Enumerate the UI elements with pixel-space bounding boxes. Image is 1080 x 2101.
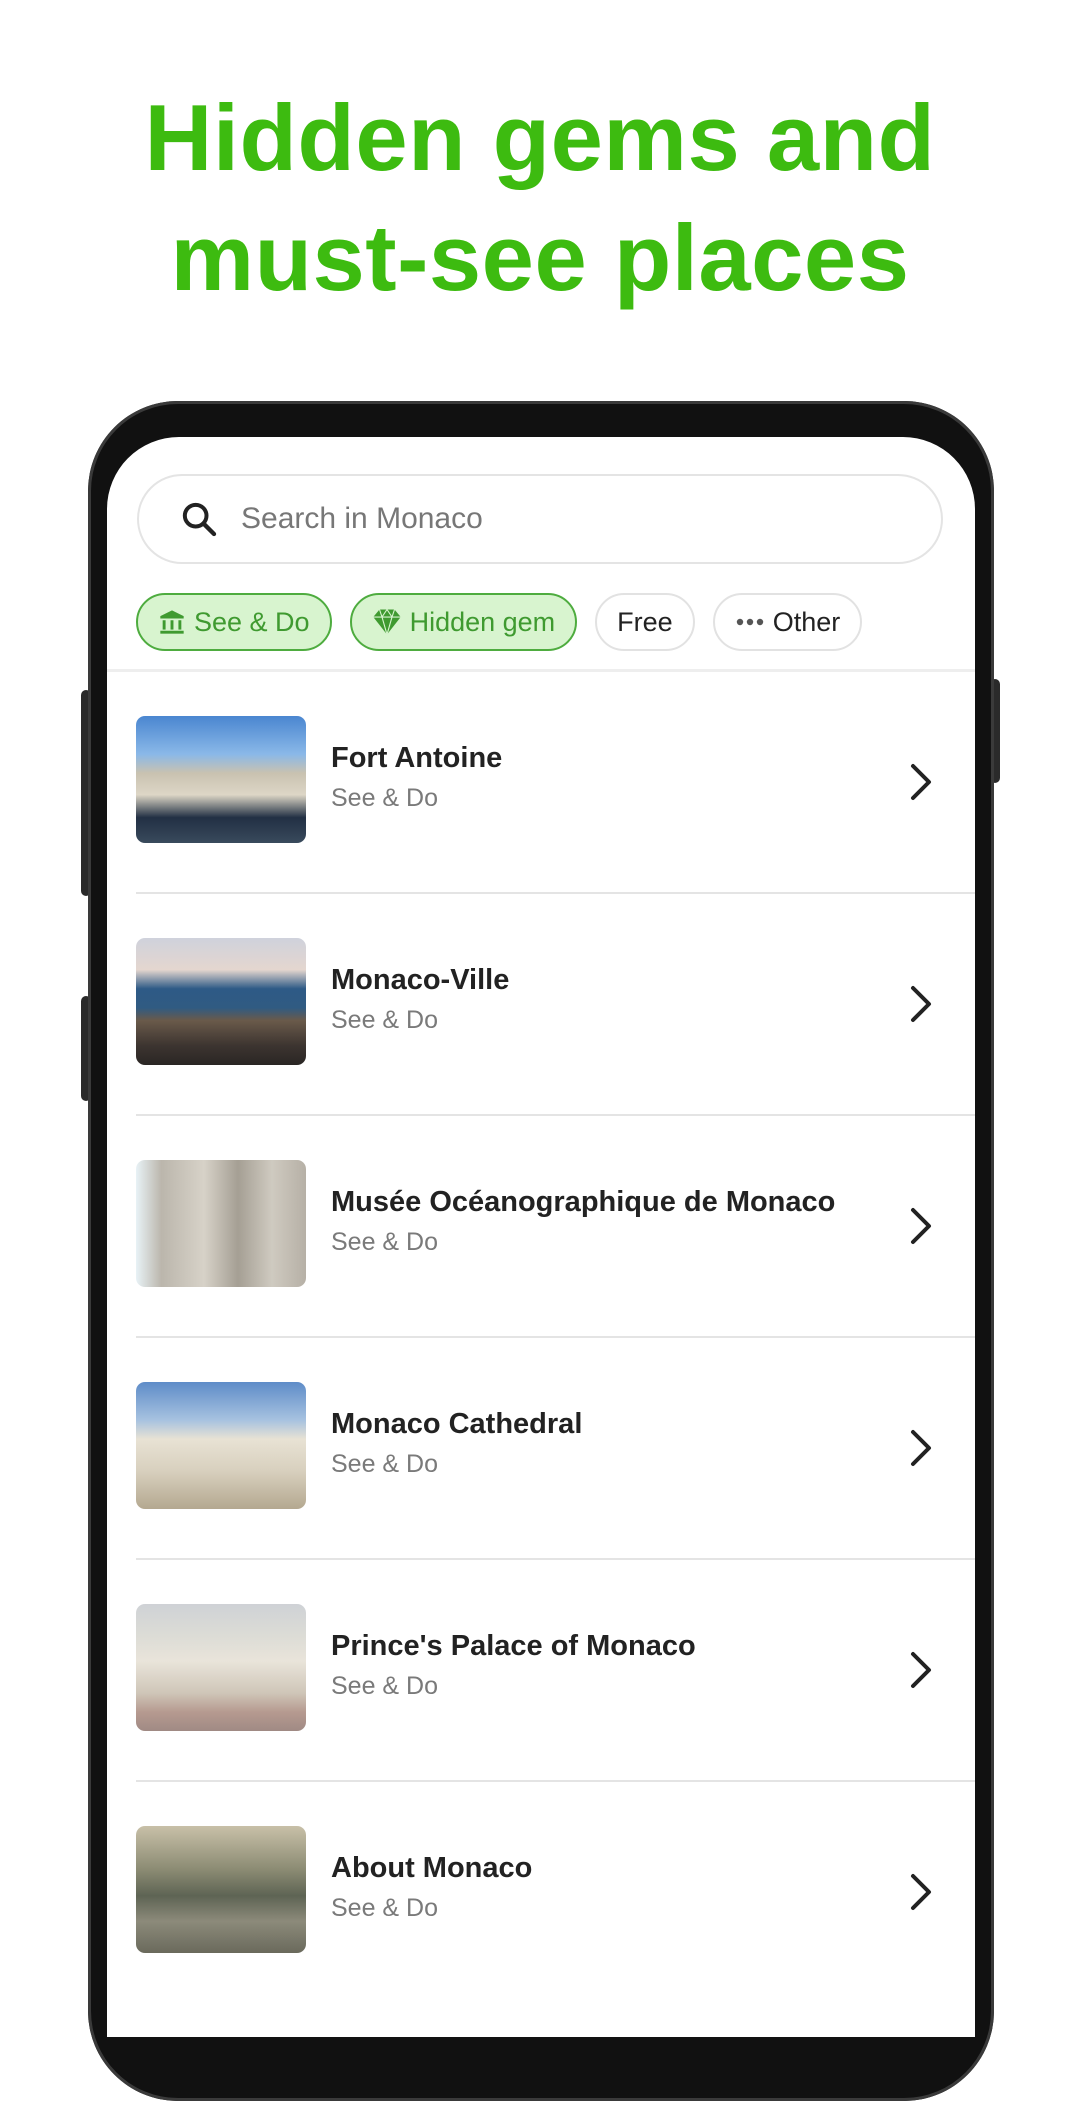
- chevron-right-icon: [911, 986, 931, 1022]
- place-title: Prince's Palace of Monaco: [331, 1630, 696, 1662]
- place-title: Fort Antoine: [331, 742, 503, 774]
- list-item[interactable]: About Monaco See & Do: [107, 1782, 975, 2004]
- place-thumbnail: [136, 938, 306, 1065]
- place-category: See & Do: [331, 1006, 439, 1034]
- place-category: See & Do: [331, 1672, 439, 1700]
- chip-label: Hidden gem: [409, 606, 556, 637]
- headline-line-1: Hidden gems and: [144, 85, 936, 190]
- diamond-icon: [372, 608, 402, 636]
- museum-icon: [158, 608, 186, 636]
- place-thumbnail: [136, 1160, 306, 1287]
- list-item[interactable]: Prince's Palace of Monaco See & Do: [107, 1560, 975, 1782]
- chevron-right-icon: [911, 764, 931, 800]
- phone-screen: See & Do Hidden gem Free Other Fort Anto…: [107, 437, 975, 2037]
- filter-chip-free[interactable]: Free: [595, 593, 695, 651]
- filter-chip-see-and-do[interactable]: See & Do: [136, 593, 332, 651]
- chip-label: Other: [772, 606, 841, 637]
- filter-chip-hidden-gem[interactable]: Hidden gem: [349, 593, 578, 651]
- chevron-right-icon: [911, 1874, 931, 1910]
- chip-label: Free: [617, 606, 673, 637]
- list-item[interactable]: Monaco-Ville See & Do: [107, 894, 975, 1116]
- place-thumbnail: [136, 1382, 306, 1509]
- chevron-right-icon: [911, 1652, 931, 1688]
- place-category: See & Do: [331, 1894, 439, 1922]
- more-dots-icon: [735, 617, 765, 627]
- search-bar[interactable]: [137, 474, 943, 564]
- place-thumbnail: [136, 716, 306, 843]
- filter-chip-other[interactable]: Other: [712, 593, 863, 651]
- place-category: See & Do: [331, 784, 439, 812]
- chevron-right-icon: [911, 1208, 931, 1244]
- search-icon: [177, 497, 221, 541]
- place-title: About Monaco: [331, 1852, 533, 1884]
- promo-headline: Hidden gems and must-see places: [0, 78, 1080, 318]
- place-title: Monaco-Ville: [331, 964, 510, 996]
- place-thumbnail: [136, 1604, 306, 1731]
- places-list: Fort Antoine See & Do Monaco-Ville See &…: [107, 672, 975, 2004]
- headline-line-2: must-see places: [170, 205, 910, 310]
- place-category: See & Do: [331, 1228, 439, 1256]
- place-category: See & Do: [331, 1450, 439, 1478]
- filter-chips: See & Do Hidden gem Free Other: [136, 593, 863, 651]
- chevron-right-icon: [911, 1430, 931, 1466]
- list-item[interactable]: Monaco Cathedral See & Do: [107, 1338, 975, 1560]
- place-title: Monaco Cathedral: [331, 1408, 583, 1440]
- place-thumbnail: [136, 1826, 306, 1953]
- list-item[interactable]: Musée Océanographique de Monaco See & Do: [107, 1116, 975, 1338]
- place-title: Musée Océanographique de Monaco: [331, 1186, 836, 1218]
- chip-label: See & Do: [194, 606, 310, 637]
- search-input[interactable]: [239, 501, 843, 537]
- list-item[interactable]: Fort Antoine See & Do: [107, 672, 975, 894]
